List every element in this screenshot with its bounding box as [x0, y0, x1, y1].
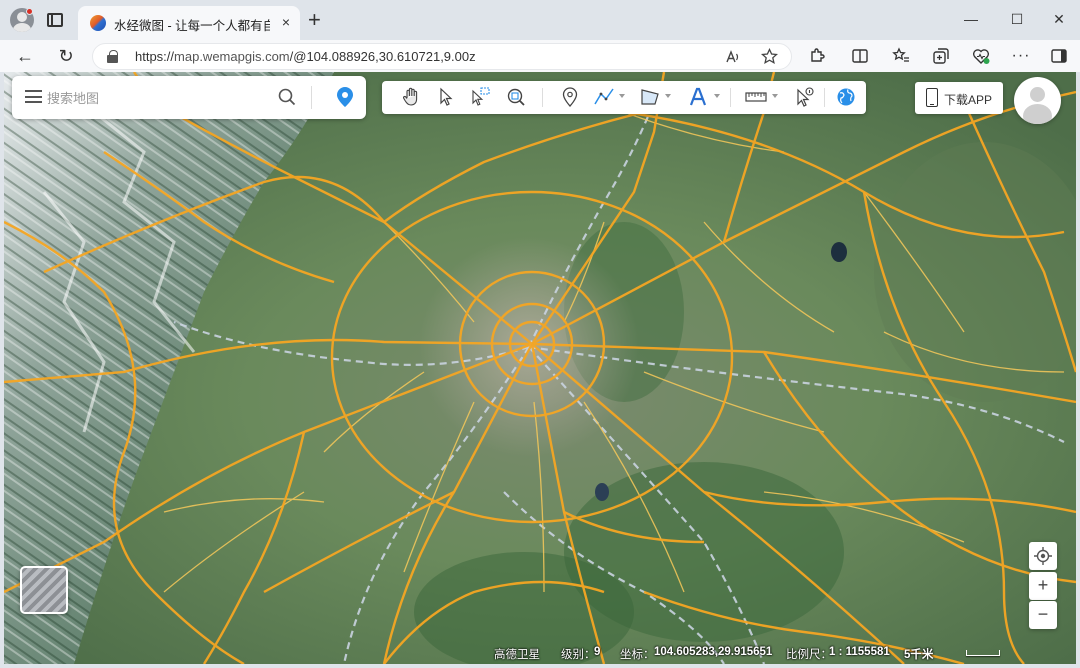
toolbar-divider	[730, 88, 731, 107]
url-path: /@104.088926,30.610721,9.00z	[289, 49, 476, 64]
browser-essentials-icon[interactable]	[970, 45, 992, 67]
notification-dot-icon	[26, 8, 33, 15]
measure-dropdown-caret-icon[interactable]	[772, 94, 778, 98]
favorite-star-icon[interactable]	[761, 48, 778, 65]
site-favicon-icon	[90, 15, 106, 31]
reload-button[interactable]: ↻	[53, 44, 79, 68]
tab-title: 水经微图 - 让每一个人都有自己的地图	[114, 19, 270, 33]
browser-address-bar: ← ↻ https://map.wemapgis.com/@104.088926…	[0, 40, 1080, 72]
url-prefix: https://	[135, 49, 175, 64]
scale-bar	[966, 650, 1000, 656]
new-tab-button[interactable]: +	[308, 9, 321, 31]
more-options-icon[interactable]: ···	[1010, 45, 1032, 67]
extensions-icon[interactable]	[806, 45, 828, 67]
polygon-tool-icon[interactable]	[638, 85, 662, 109]
browser-tab-bar: 水经微图 - 让每一个人都有自己的地图 × + — ☐ ✕	[0, 0, 1080, 40]
zoom-in-button[interactable]: +	[1029, 572, 1057, 600]
search-panel	[12, 76, 366, 119]
collections-icon[interactable]	[930, 45, 952, 67]
close-window-button[interactable]: ✕	[1044, 8, 1074, 30]
marker-tool-icon[interactable]	[558, 85, 582, 109]
text-dropdown-caret-icon[interactable]	[714, 94, 720, 98]
toolbar-divider	[824, 88, 825, 107]
menu-icon[interactable]	[25, 90, 42, 103]
pick-info-icon[interactable]	[792, 85, 816, 109]
polygon-dropdown-caret-icon[interactable]	[665, 94, 671, 98]
split-screen-icon[interactable]	[849, 45, 871, 67]
sidebar-toggle-icon[interactable]	[1048, 45, 1070, 67]
select-arrow-icon[interactable]	[434, 85, 458, 109]
back-button[interactable]: ←	[12, 44, 38, 68]
box-select-icon[interactable]	[468, 85, 492, 109]
location-pin-icon[interactable]	[336, 86, 354, 108]
measure-tool-icon[interactable]	[744, 85, 768, 109]
favorites-icon[interactable]	[890, 45, 912, 67]
toolbar-divider	[542, 88, 543, 107]
scale-label: 比例尺：	[786, 649, 832, 661]
maximize-button[interactable]: ☐	[1002, 8, 1032, 30]
polyline-dropdown-caret-icon[interactable]	[619, 94, 625, 98]
read-aloud-icon[interactable]	[725, 49, 741, 65]
tab-actions-icon[interactable]	[47, 13, 63, 27]
globe-icon[interactable]	[834, 85, 858, 109]
user-avatar[interactable]	[1014, 77, 1061, 124]
coordinate-value: 104.605283,29.915651	[654, 646, 773, 658]
download-app-label: 下载APP	[944, 93, 993, 107]
map-toolbar	[382, 81, 866, 114]
text-tool-icon[interactable]	[686, 85, 710, 109]
locate-target-icon	[1034, 547, 1052, 565]
map-viewport[interactable]: 下载APP + − 高德卫星 级别： 9 坐标： 104.605283,29.9…	[4, 72, 1076, 664]
url-text[interactable]: https://map.wemapgis.com/@104.088926,30.…	[135, 49, 476, 64]
lock-icon[interactable]	[107, 50, 118, 63]
scale-value: 1 : 1155581	[829, 646, 890, 658]
phone-icon	[926, 88, 938, 107]
browser-tab[interactable]: 水经微图 - 让每一个人都有自己的地图 ×	[78, 6, 300, 40]
basemap-source: 高德卫星	[494, 649, 540, 661]
search-icon[interactable]	[278, 88, 296, 106]
zoom-box-icon[interactable]	[504, 85, 528, 109]
search-input[interactable]	[47, 88, 267, 108]
satellite-map[interactable]	[4, 72, 1076, 664]
locate-me-button[interactable]	[1029, 542, 1057, 570]
url-domain: map.wemapgis.com	[174, 49, 290, 64]
url-box[interactable]: https://map.wemapgis.com/@104.088926,30.…	[92, 43, 792, 70]
coordinate-label: 坐标：	[620, 649, 655, 661]
minimize-button[interactable]: —	[956, 8, 986, 30]
tab-close-button[interactable]: ×	[282, 14, 290, 30]
zoom-level-value: 9	[594, 646, 601, 658]
download-app-button[interactable]: 下载APP	[915, 82, 1003, 114]
basemap-switcher-thumbnail[interactable]	[20, 566, 68, 614]
pan-hand-icon[interactable]	[400, 85, 424, 109]
map-status-bar: 高德卫星 级别： 9 坐标： 104.605283,29.915651 比例尺：…	[4, 642, 1076, 664]
scale-bar-label: 5千米	[904, 649, 934, 661]
zoom-out-button[interactable]: −	[1029, 601, 1057, 629]
polyline-tool-icon[interactable]	[592, 85, 616, 109]
divider	[311, 86, 312, 109]
zoom-level-label: 级别：	[561, 649, 596, 661]
